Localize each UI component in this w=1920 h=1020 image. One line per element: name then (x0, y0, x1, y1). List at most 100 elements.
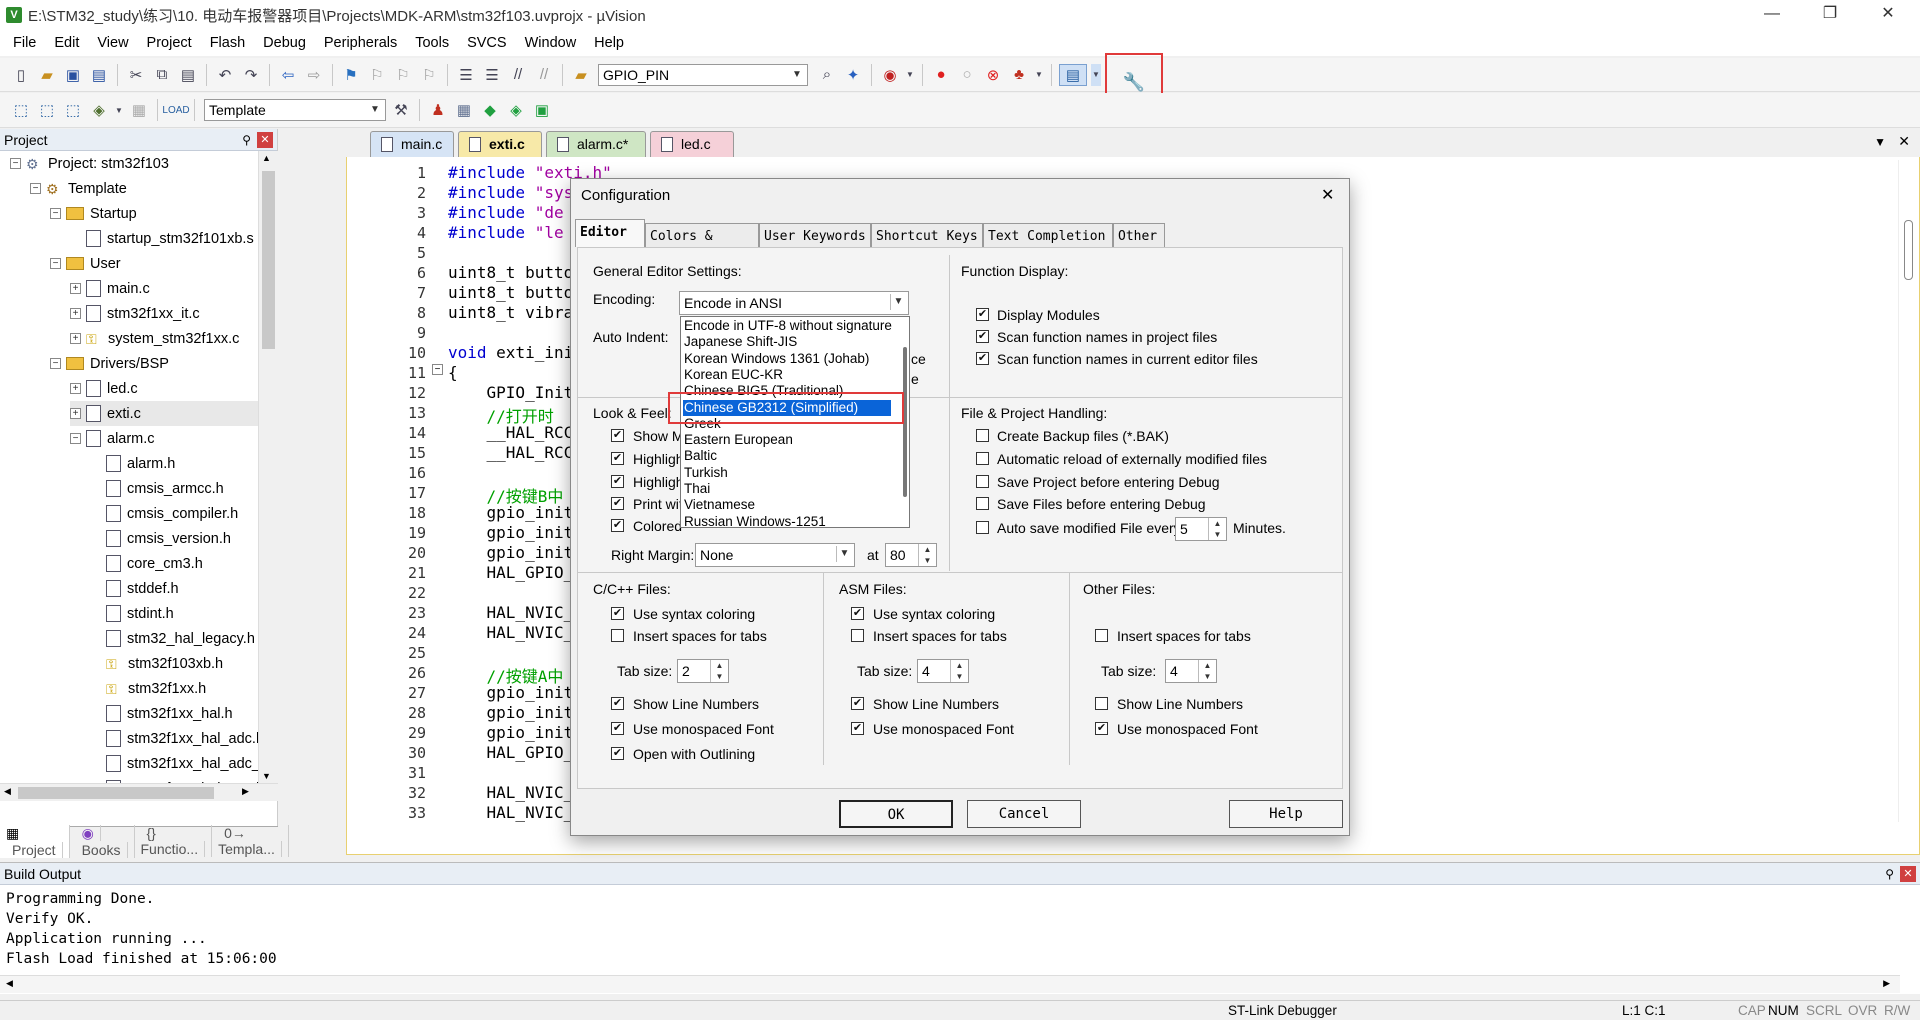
tree-item[interactable]: cmsis_version.h (90, 526, 231, 551)
chevron-down-icon[interactable]: ▼ (890, 294, 906, 310)
asm-spaces-checkbox[interactable] (851, 629, 864, 642)
find-in-files-icon[interactable]: ▰ (570, 64, 592, 86)
editor-vscrollbar[interactable] (1898, 160, 1918, 822)
bookmark-prev-icon[interactable]: ⚐ (366, 64, 388, 86)
code-line[interactable]: #include "de (448, 203, 564, 222)
tree-item[interactable]: + main.c (70, 276, 150, 301)
right-margin-select[interactable]: None ▼ (695, 543, 855, 567)
chevron-down-icon[interactable]: ▼ (905, 64, 915, 86)
comment-icon[interactable]: // (507, 64, 529, 86)
copy-icon[interactable]: ⧉ (151, 64, 173, 86)
indent-icon[interactable]: ☰ (455, 64, 477, 86)
expand-toggle-icon[interactable]: − (10, 158, 21, 169)
scroll-left-icon[interactable]: ◀ (6, 978, 13, 989)
undo-icon[interactable]: ↶ (214, 64, 236, 86)
pack-installer-icon[interactable]: ◈ (505, 99, 527, 121)
code-line[interactable]: gpio_init (448, 683, 574, 702)
expand-toggle-icon[interactable]: − (30, 183, 41, 194)
tree-item[interactable]: startup_stm32f101xb.s (70, 226, 254, 251)
code-line[interactable]: __HAL_RCC (448, 443, 574, 462)
tree-vscrollbar[interactable]: ▲ ▼ (258, 151, 278, 783)
menu-peripherals[interactable]: Peripherals (315, 35, 406, 51)
tab-editor[interactable]: Editor (575, 219, 645, 247)
scroll-right-icon[interactable]: ▶ (242, 786, 249, 797)
expand-toggle-icon[interactable]: − (70, 433, 81, 444)
expand-toggle-icon[interactable]: + (70, 408, 81, 419)
bookmark-icon[interactable]: ⚑ (340, 64, 362, 86)
save-project-debug-checkbox[interactable] (976, 475, 989, 488)
save-icon[interactable]: ▣ (62, 64, 84, 86)
uncomment-icon[interactable]: // (533, 64, 555, 86)
spinner-arrows-icon[interactable]: ▲ ▼ (918, 544, 936, 566)
encoding-option[interactable]: Vietnamese (683, 497, 893, 513)
close-window-button[interactable]: ✕ (1859, 0, 1917, 30)
code-line[interactable]: __HAL_RCC (448, 423, 574, 442)
stop-build-icon[interactable]: ▦ (128, 99, 150, 121)
menu-svcs[interactable]: SVCS (458, 35, 516, 51)
window-layout-icon[interactable]: ▤ (1059, 63, 1087, 86)
tree-item[interactable]: stm32_hal_legacy.h (90, 626, 255, 651)
rebuild-icon[interactable]: ⬚ (62, 99, 84, 121)
close-panel-icon[interactable]: ✕ (1900, 866, 1916, 882)
scroll-up-icon[interactable]: ▲ (262, 153, 271, 163)
cpp-linenum-checkbox[interactable] (611, 697, 624, 710)
editor-scroll-thumb[interactable] (1904, 220, 1913, 280)
highlight-checkbox[interactable] (611, 475, 624, 488)
file-extensions-icon[interactable]: ▦ (453, 99, 475, 121)
code-line[interactable]: HAL_GPIO_ (448, 743, 574, 762)
chevron-down-icon[interactable]: ▼ (367, 102, 383, 118)
code-line[interactable]: uint8_t butto (448, 263, 573, 282)
tree-item[interactable]: stddef.h (90, 576, 179, 601)
cpp-outline-checkbox[interactable] (611, 747, 624, 760)
debug-session-icon[interactable]: ◉ (879, 64, 901, 86)
right-margin-spinner[interactable]: 80 ▲ ▼ (885, 543, 937, 567)
code-line[interactable]: HAL_NVIC_ (448, 783, 574, 802)
breakpoint-icon[interactable]: ● (930, 64, 952, 86)
tree-item[interactable]: ⚿ stm32f103xb.h (90, 651, 223, 676)
tree-item[interactable]: cmsis_compiler.h (90, 501, 238, 526)
print-checkbox[interactable] (611, 497, 624, 510)
tree-item[interactable]: stm32f1xx_hal_can.h (90, 776, 258, 783)
highlight-checkbox[interactable] (611, 452, 624, 465)
asm-syntax-checkbox[interactable] (851, 607, 864, 620)
tree-item[interactable]: − ⚙ Project: stm32f103 (10, 151, 169, 176)
show-checkbox[interactable] (611, 429, 624, 442)
code-line[interactable]: gpio_init (448, 523, 574, 542)
translate-icon[interactable]: ⬚ (10, 99, 32, 121)
tab-project[interactable]: ▦ Project (0, 824, 70, 858)
code-line[interactable]: gpio_init (448, 723, 574, 742)
tab-templates[interactable]: 0→ Templa... (212, 825, 289, 857)
download-load-icon[interactable]: LOAD (162, 99, 189, 121)
encoding-option[interactable]: Thai (683, 481, 893, 497)
spinner-arrows-icon[interactable]: ▲ ▼ (950, 660, 968, 682)
colored-checkbox[interactable] (611, 519, 624, 532)
expand-toggle-icon[interactable]: + (70, 383, 81, 394)
auto-save-checkbox[interactable] (976, 521, 989, 534)
tree-item[interactable]: − Drivers/BSP (50, 351, 169, 376)
new-file-icon[interactable]: ▯ (10, 64, 32, 86)
scan-editor-checkbox[interactable] (976, 352, 989, 365)
expand-toggle-icon[interactable]: − (50, 258, 61, 269)
tree-hscrollbar[interactable]: ◀ ▶ (0, 783, 278, 801)
chevron-down-icon[interactable]: ▼ (836, 546, 852, 562)
encoding-option[interactable]: Encode in UTF-8 without signature (683, 318, 893, 334)
tree-item[interactable]: alarm.h (90, 451, 175, 476)
tab-books[interactable]: ◉ Books (70, 824, 135, 858)
encoding-option[interactable]: Korean EUC-KR (683, 367, 893, 383)
tree-item[interactable]: − alarm.c (70, 426, 155, 451)
cancel-button[interactable]: Cancel (967, 800, 1081, 828)
menu-tools[interactable]: Tools (406, 35, 458, 51)
chevron-down-icon[interactable]: ▼ (114, 99, 124, 121)
help-button[interactable]: Help (1229, 800, 1343, 828)
expand-toggle-icon[interactable]: − (50, 208, 61, 219)
tree-item[interactable]: ⚿ stm32f1xx.h (90, 676, 206, 701)
expand-toggle-icon[interactable]: + (70, 283, 81, 294)
create-backup-checkbox[interactable] (976, 429, 989, 442)
menu-flash[interactable]: Flash (201, 35, 254, 51)
encoding-option[interactable]: Japanese Shift-JIS (683, 334, 893, 350)
tree-item[interactable]: stm32f1xx_hal.h (90, 701, 233, 726)
tree-item[interactable]: + ⚿ system_stm32f1xx.c (70, 326, 239, 351)
tree-item[interactable]: − User (50, 251, 121, 276)
scan-project-checkbox[interactable] (976, 330, 989, 343)
other-mono-checkbox[interactable] (1095, 722, 1108, 735)
